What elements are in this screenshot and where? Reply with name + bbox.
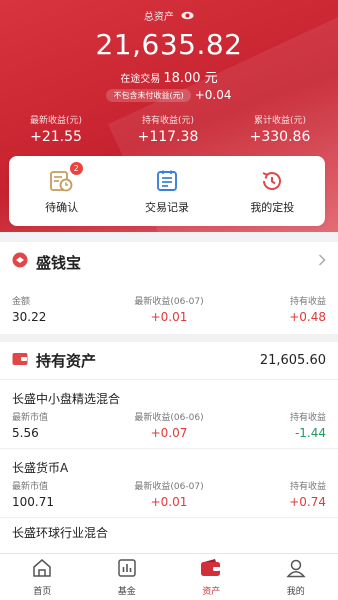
pending-clock-icon: 2 [49,161,83,194]
uncleared-income-row: 不包含未付收益(元) +0.04 [0,88,338,102]
fund-holding-income: -1.44 [294,426,327,440]
tab-fund[interactable]: 基金 [85,554,170,600]
holdings-header: 持有资产 21,605.60 [0,342,338,380]
bottom-tab-bar: 首页 基金 资产 我的 [0,553,338,600]
shengqianbao-holding: +0.48 [289,310,327,324]
stat-holding-income: 持有收益(元) +117.38 [137,116,199,145]
user-icon [286,558,306,582]
fund-name: 长盛货币A [12,461,69,475]
fixed-investment-icon [259,168,285,194]
total-assets-value: 21,635.82 [95,28,243,61]
shengqianbao-logo-icon [12,252,28,272]
records-icon [154,168,180,194]
fund-market-value: 100.71 [12,495,54,509]
wallet-icon [200,558,222,582]
shengqianbao-labels: 金额 最新收益(06-07) 持有收益 [12,297,327,307]
holdings-total: 21,605.60 [259,353,326,368]
fund-latest-income: +0.01 [150,495,188,509]
tab-mine[interactable]: 我的 [254,554,338,600]
fund-market-value: 5.56 [12,426,39,440]
holdings-card: 持有资产 21,605.60 长盛中小盘精选混合 最新市值 最新收益(06-06… [0,342,338,553]
quick-actions: 2 待确认 交易记录 我的定投 [9,156,325,226]
fund-chart-icon [117,558,137,582]
stat-latest-income: 最新收益(元) +21.55 [29,116,83,145]
income-stats: 最新收益(元) +21.55 持有收益(元) +117.38 累计收益(元) +… [0,113,338,145]
fund-name: 长盛中小盘精选混合 [12,392,121,406]
tab-home[interactable]: 首页 [0,554,85,600]
pending-count-badge: 2 [69,161,83,175]
in-transit-row[interactable]: 在途交易 18.00 元 [0,67,338,86]
chevron-right-icon[interactable] [318,254,326,270]
shengqianbao-header[interactable]: 盛钱宝 [0,242,338,282]
tab-assets[interactable]: 资产 [169,554,254,600]
uncleared-income-value: +0.04 [194,88,232,102]
home-icon [32,558,52,582]
shengqianbao-title: 盛钱宝 [36,253,82,272]
holdings-title: 持有资产 [36,352,97,370]
pending-confirm-button[interactable]: 2 待确认 [9,156,114,226]
fund-item[interactable]: 长盛环球行业混合 [0,518,338,552]
total-assets-label: 总资产 [0,8,338,23]
my-fixed-investment-button[interactable]: 我的定投 [220,156,325,226]
fund-name: 长盛环球行业混合 [12,526,109,540]
shengqianbao-amount: 30.22 [12,310,47,324]
uncleared-income-label: 不包含未付收益(元) [106,88,191,102]
fund-item[interactable]: 长盛中小盘精选混合 最新市值 最新收益(06-06) 持有收益 5.56 +0.… [0,380,338,449]
fund-latest-income: +0.07 [150,426,188,440]
fund-item[interactable]: 长盛货币A 最新市值 最新收益(06-07) 持有收益 100.71 +0.01… [0,449,338,518]
eye-icon[interactable] [181,11,194,23]
shengqianbao-latest: +0.01 [150,310,188,324]
fund-holding-income: +0.74 [289,495,327,509]
trade-records-button[interactable]: 交易记录 [114,156,219,226]
shengqianbao-card[interactable]: 盛钱宝 金额 最新收益(06-07) 持有收益 30.22 +0.01 +0.4… [0,242,338,334]
stat-cumulative-income: 累计收益(元) +330.86 [249,116,311,145]
shengqianbao-values: 30.22 +0.01 +0.48 [0,310,338,324]
wallet-icon [12,351,28,370]
